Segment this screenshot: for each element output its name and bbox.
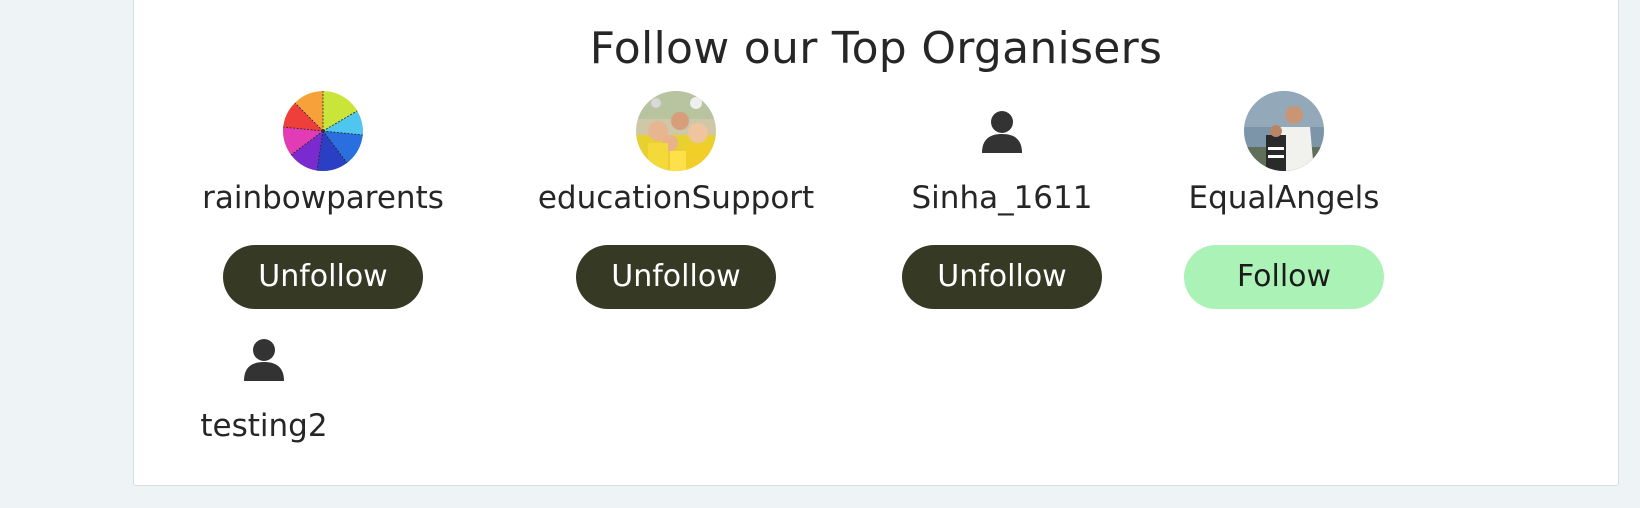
rainbow-umbrella-avatar-image [283, 91, 363, 171]
user-icon[interactable] [242, 337, 286, 381]
organiser-username[interactable]: EqualAngels [1114, 179, 1454, 217]
follow-button[interactable]: Follow [1184, 245, 1384, 309]
top-organisers-panel: Follow our Top Organisers rainbowparents… [133, 0, 1619, 486]
default-avatar-icon [982, 111, 1022, 153]
default-avatar-icon [244, 339, 284, 381]
educationsupport-avatar[interactable] [636, 91, 716, 171]
unfollow-button[interactable]: Unfollow [902, 245, 1102, 309]
organiser-username[interactable]: rainbowparents [153, 179, 493, 217]
section-title: Follow our Top Organisers [589, 23, 1163, 74]
equalangels-avatar[interactable] [1244, 91, 1324, 171]
organiser-username[interactable]: educationSupport [506, 179, 846, 217]
rainbowparents-avatar[interactable] [283, 91, 363, 171]
organiser-username[interactable]: testing2 [194, 407, 334, 445]
person-photo-avatar-image [1244, 91, 1324, 171]
unfollow-button[interactable]: Unfollow [223, 245, 423, 309]
group-photo-avatar-image [636, 91, 716, 171]
user-icon[interactable] [980, 109, 1024, 153]
unfollow-button[interactable]: Unfollow [576, 245, 776, 309]
